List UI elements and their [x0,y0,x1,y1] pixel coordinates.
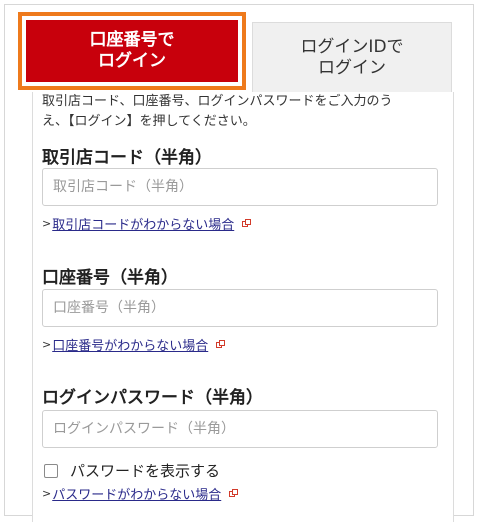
help-arrow: > [42,338,52,351]
external-link-icon [242,219,252,228]
password-label: ログインパスワード（半角） [42,388,263,408]
tab-active-line2: ログイン [98,51,166,71]
help-arrow: > [42,217,52,230]
password-help-link[interactable]: パスワードがわからない場合 [52,484,221,503]
intro-line1: 取引店コード、口座番号、ログインパスワードをご入力のう [42,94,393,109]
password-help: > パスワードがわからない場合 [42,484,239,503]
account-number-help: > 口座番号がわからない場合 [42,335,226,354]
tab-inactive-line2: ログイン [318,57,386,78]
account-number-label: 口座番号（半角） [42,268,178,288]
external-link-icon [229,489,239,498]
show-password-checkbox[interactable] [44,463,58,478]
branch-code-help: > 取引店コードがわからない場合 [42,214,252,233]
branch-code-help-link[interactable]: 取引店コードがわからない場合 [52,214,234,233]
tab-account-number-login-label: 口座番号で ログイン [26,20,238,82]
account-number-help-link[interactable]: 口座番号がわからない場合 [52,335,208,354]
branch-code-input[interactable] [42,168,438,206]
branch-code-label: 取引店コード（半角） [42,148,212,168]
help-arrow: > [42,487,52,500]
show-password-row[interactable]: パスワードを表示する [44,460,220,481]
password-input[interactable] [42,410,438,448]
intro-line2: え、【ログイン】を押してください。 [42,114,256,129]
tab-login-id-login[interactable]: ログインIDで ログイン [252,22,452,92]
login-tabs: 口座番号で ログイン ログインIDで ログイン [18,12,452,92]
tab-inactive-line1: ログインIDで [300,36,404,57]
external-link-icon [216,340,226,349]
tab-active-line1: 口座番号で [89,30,175,50]
show-password-label: パスワードを表示する [70,462,221,480]
tab-account-number-login[interactable]: 口座番号で ログイン [18,12,246,90]
intro-text: 取引店コード、口座番号、ログインパスワードをご入力のう え、【ログイン】を押して… [42,92,442,132]
account-number-input[interactable] [42,289,438,327]
